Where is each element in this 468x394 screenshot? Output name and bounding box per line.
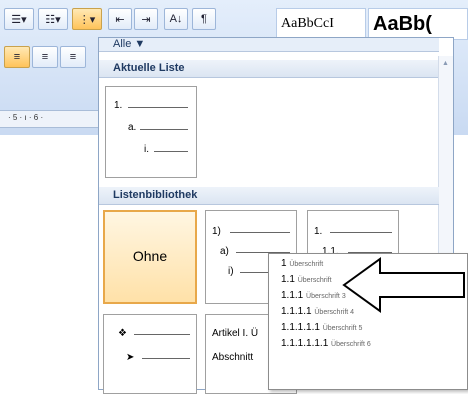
style-heading-label: AaBb(	[373, 12, 432, 35]
section-list-library: Listenbibliothek	[99, 187, 439, 205]
ruler[interactable]: · 5 · ı · 6 ·	[0, 110, 98, 128]
scroll-up-icon[interactable]: ▲	[442, 60, 449, 67]
sort-az-icon: A↓	[169, 13, 183, 25]
style-heading[interactable]: AaBb(	[368, 8, 468, 40]
preview-row-2: 1.1 Überschrift	[281, 274, 332, 285]
align-left-icon: ≡	[13, 51, 21, 63]
paren-line-1	[230, 232, 290, 233]
bullet-list-icon: ☰▾	[11, 13, 27, 26]
list-none-thumb[interactable]: Ohne	[103, 210, 197, 304]
paren-l2-label: a)	[220, 246, 229, 257]
align-center-button[interactable]: ≡	[32, 46, 58, 68]
preview-row-5: 1.1.1.1.1 Überschrift 5	[281, 322, 363, 333]
outline-l1-label: 1.	[314, 226, 323, 237]
style-normal[interactable]: AaBbCcI	[276, 8, 366, 40]
list-bullet-thumb[interactable]: ❖ ➤	[103, 314, 197, 394]
numbering-button[interactable]: ☷▾	[38, 8, 68, 30]
current-line-3	[154, 151, 188, 152]
numbered-list-icon: ☷▾	[45, 13, 61, 26]
bullet-line-2	[142, 358, 190, 359]
diamond-bullet-icon: ❖	[118, 328, 127, 339]
multilevel-list-button[interactable]: ⋮▾	[72, 8, 102, 30]
callout-arrow-icon	[342, 257, 465, 313]
section-current-label: Aktuelle Liste	[113, 62, 185, 74]
current-line-1	[128, 107, 188, 108]
article-l1-label: Artikel I. Ü	[212, 328, 259, 339]
current-level2-label: a.	[128, 122, 137, 133]
list-none-label: Ohne	[132, 248, 168, 264]
pilcrow-icon: ¶	[201, 13, 207, 25]
align-right-button[interactable]: ≡	[60, 46, 86, 68]
outline-line-1	[330, 232, 392, 233]
increase-indent-button[interactable]: ⇥	[134, 8, 158, 30]
arrow-bullet-icon: ➤	[126, 352, 135, 363]
filter-dropdown-label: Alle ▼	[113, 38, 146, 50]
paren-l1-label: 1)	[212, 226, 221, 237]
align-left-button[interactable]: ≡	[4, 46, 30, 68]
ruler-marks: · 5 · ı · 6 ·	[8, 113, 44, 122]
current-level3-label: i.	[144, 144, 149, 155]
preview-row-1: 1 Überschrift	[281, 258, 324, 269]
style-normal-label: AaBbCcI	[281, 16, 334, 31]
preview-row-3: 1.1.1 Überschrift 3	[281, 290, 346, 301]
article-l2-label: Abschnitt	[212, 352, 254, 363]
current-level1-label: 1.	[114, 100, 123, 111]
section-current-list: Aktuelle Liste	[99, 60, 439, 78]
current-line-2	[140, 129, 188, 130]
bullets-button[interactable]: ☰▾	[4, 8, 34, 30]
current-list-thumb[interactable]: 1. a. i.	[105, 86, 197, 178]
preview-row-6: 1.1.1.1.1.1 Überschrift 6	[281, 338, 371, 349]
align-center-icon: ≡	[41, 51, 49, 63]
align-right-icon: ≡	[69, 51, 77, 63]
decrease-indent-icon: ⇤	[115, 13, 125, 26]
decrease-indent-button[interactable]: ⇤	[108, 8, 132, 30]
bullet-line-1	[134, 334, 190, 335]
increase-indent-icon: ⇥	[141, 13, 151, 26]
section-library-label: Listenbibliothek	[113, 189, 198, 201]
show-formatting-button[interactable]: ¶	[192, 8, 216, 30]
multilevel-list-icon: ⋮▾	[78, 13, 96, 26]
filter-dropdown[interactable]: Alle ▼	[99, 38, 439, 52]
sort-button[interactable]: A↓	[164, 8, 188, 30]
paren-l3-label: i)	[228, 266, 234, 277]
